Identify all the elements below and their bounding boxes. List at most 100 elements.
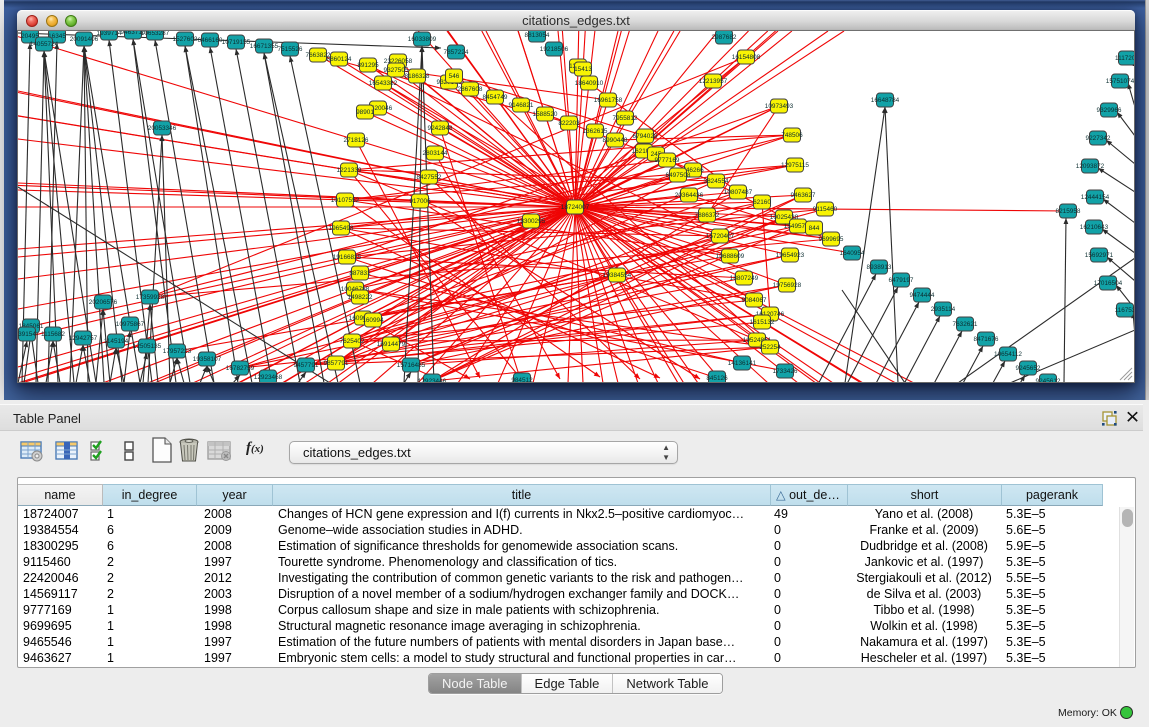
svg-text:1939714: 1939714 (97, 31, 122, 37)
svg-text:1733426: 1733426 (773, 368, 798, 375)
svg-text:15692971: 15692971 (1085, 252, 1114, 259)
svg-text:19756928: 19756928 (773, 282, 802, 289)
svg-text:845126: 845126 (706, 375, 728, 382)
svg-text:18300295: 18300295 (517, 218, 546, 225)
svg-text:9329966: 9329966 (1097, 107, 1122, 114)
svg-text:12213957: 12213957 (699, 78, 728, 85)
svg-text:6479197: 6479197 (889, 277, 914, 284)
svg-text:8215958: 8215958 (1056, 208, 1081, 215)
svg-text:7886372: 7886372 (695, 212, 720, 219)
svg-text:8938913: 8938913 (867, 264, 892, 271)
svg-text:8813054: 8813054 (525, 32, 550, 39)
svg-text:16543382: 16543382 (369, 80, 398, 87)
svg-text:20053346: 20053346 (148, 125, 177, 132)
svg-text:8860124: 8860124 (327, 56, 352, 63)
svg-text:9146821: 9146821 (509, 102, 534, 109)
svg-text:9463627: 9463627 (791, 192, 816, 199)
svg-text:748506: 748506 (781, 132, 803, 139)
svg-text:19166825: 19166825 (333, 254, 362, 261)
svg-text:20091406: 20091406 (70, 36, 99, 43)
svg-text:10719155: 10719155 (222, 39, 251, 46)
svg-text:14136141: 14136141 (728, 360, 757, 367)
svg-text:6794028: 6794028 (633, 133, 658, 140)
svg-text:891295: 891295 (357, 62, 379, 69)
svg-text:7857224: 7857224 (444, 49, 469, 56)
svg-text:1498222: 1498222 (348, 294, 373, 301)
svg-text:15413: 15413 (574, 66, 592, 73)
svg-text:16782759: 16782759 (226, 365, 255, 372)
svg-text:1117205: 1117205 (1115, 55, 1135, 62)
svg-text:9115460: 9115460 (813, 206, 838, 213)
svg-text:10653287: 10653287 (141, 31, 170, 37)
svg-text:887831: 887831 (349, 270, 371, 277)
svg-text:16154808: 16154808 (732, 54, 761, 61)
svg-text:7515526: 7515526 (278, 46, 303, 53)
svg-text:1115682: 1115682 (41, 331, 65, 338)
svg-text:8471676: 8471676 (974, 336, 999, 343)
svg-text:7625402: 7625402 (340, 338, 365, 345)
svg-text:17359928: 17359928 (136, 294, 165, 301)
svg-text:546: 546 (449, 73, 460, 80)
svg-text:9245612: 9245612 (1036, 378, 1061, 383)
svg-text:1615132: 1615132 (750, 319, 775, 326)
svg-text:17957223: 17957223 (163, 348, 192, 355)
svg-text:15716485: 15716485 (397, 362, 426, 369)
svg-text:39154: 39154 (18, 331, 36, 338)
svg-text:1965498: 1965498 (329, 225, 354, 232)
svg-text:12444154: 12444154 (1081, 194, 1110, 201)
svg-text:8454749: 8454749 (483, 94, 508, 101)
svg-text:62160: 62160 (753, 199, 771, 206)
svg-text:1640954: 1640954 (840, 250, 865, 257)
svg-text:10654112: 10654112 (994, 351, 1022, 358)
svg-text:14055724: 14055724 (30, 41, 59, 48)
svg-text:116753: 116753 (1115, 307, 1135, 314)
svg-text:18640910: 18640910 (575, 80, 604, 87)
svg-text:9857791: 9857791 (324, 360, 349, 367)
svg-text:1221339: 1221339 (337, 167, 362, 174)
svg-text:19358107: 19358107 (193, 356, 222, 363)
svg-text:2867608: 2867608 (458, 86, 483, 93)
svg-text:10107552: 10107552 (331, 197, 360, 204)
svg-text:18724007: 18724007 (561, 204, 590, 211)
svg-text:9777169: 9777169 (655, 157, 680, 164)
svg-text:17016504: 17016504 (1094, 280, 1123, 287)
svg-text:12923446: 12923446 (418, 378, 447, 383)
svg-text:19654923: 19654923 (776, 252, 805, 259)
svg-text:20206576: 20206576 (89, 299, 118, 306)
svg-text:16210643: 16210643 (1080, 224, 1109, 231)
svg-text:16914479: 16914479 (377, 341, 406, 348)
svg-text:844: 844 (809, 225, 820, 232)
svg-text:15751074: 15751074 (1106, 78, 1135, 85)
svg-text:2718126: 2718126 (344, 137, 369, 144)
svg-text:16961758: 16961758 (594, 97, 623, 104)
svg-text:10807487: 10807487 (724, 189, 753, 196)
svg-text:984512: 984512 (511, 377, 533, 383)
svg-text:9227342: 9227342 (1086, 135, 1111, 142)
svg-text:1527602: 1527602 (173, 36, 198, 43)
svg-text:9474444: 9474444 (910, 292, 935, 299)
svg-text:160994: 160994 (362, 317, 384, 324)
svg-text:19218506: 19218506 (540, 46, 569, 53)
svg-text:15720407: 15720407 (706, 233, 735, 240)
svg-text:7632621: 7632621 (953, 321, 978, 328)
svg-text:9699695: 9699695 (819, 236, 844, 243)
svg-text:2987682: 2987682 (712, 34, 737, 41)
svg-text:3824554: 3824554 (704, 178, 729, 185)
svg-text:12975115: 12975115 (781, 162, 809, 169)
svg-text:1362615: 1362615 (583, 128, 608, 135)
svg-text:19384554: 19384554 (603, 272, 632, 279)
svg-text:6466160: 6466160 (198, 37, 223, 44)
svg-text:8427552: 8427552 (417, 174, 442, 181)
svg-text:2935114: 2935114 (931, 306, 956, 313)
svg-text:12942757: 12942757 (69, 335, 98, 342)
svg-text:1145194: 1145194 (104, 338, 129, 345)
svg-text:12093872: 12093872 (1076, 163, 1105, 170)
svg-text:10975867: 10975867 (116, 321, 145, 328)
svg-text:12923468: 12923468 (254, 374, 283, 381)
svg-text:9457791: 9457791 (294, 362, 319, 369)
svg-text:10688609: 10688609 (716, 253, 745, 260)
svg-text:98901: 98901 (356, 109, 374, 116)
svg-text:9245652: 9245652 (1016, 365, 1041, 372)
svg-text:6497508: 6497508 (666, 172, 691, 179)
svg-text:2803144: 2803144 (423, 150, 448, 157)
